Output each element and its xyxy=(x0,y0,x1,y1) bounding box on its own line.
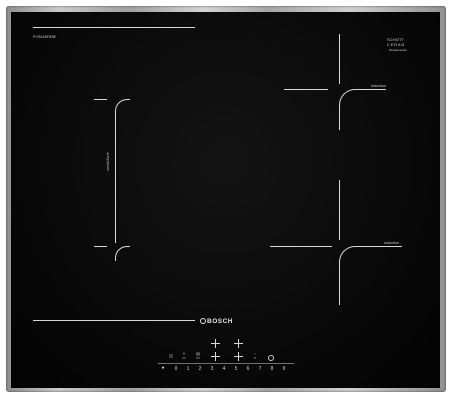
combi-zone-icon[interactable]: ▯▯ xyxy=(166,354,176,358)
bottom-right-zone-vertical xyxy=(339,180,340,240)
model-number: PVS645FB5E xyxy=(33,35,57,39)
top-right-zone-vertical xyxy=(339,34,340,84)
slider-mark-0[interactable]: 0 xyxy=(172,366,180,372)
bottom-right-zone-horizontal xyxy=(270,246,332,247)
combizone-label: combiZone xyxy=(106,152,110,171)
timer-icon[interactable] xyxy=(268,355,274,361)
plus-button-bottom-right[interactable] xyxy=(234,352,243,361)
slider-mark-3[interactable]: 3 xyxy=(208,366,216,372)
bottom-right-zone-label: induction xyxy=(384,241,400,245)
plus-button-top-right[interactable] xyxy=(234,339,243,348)
ceran-badge-line2: CERAN xyxy=(387,42,406,47)
bottom-right-zone-extension xyxy=(357,246,402,247)
glass-cooktop-surface xyxy=(11,12,440,388)
top-right-zone-extension xyxy=(357,89,386,90)
plus-button-top-left[interactable] xyxy=(211,339,220,348)
bosch-logo-mark xyxy=(200,318,206,324)
combizone-top-tick xyxy=(94,99,107,100)
bottom-right-zone-corner xyxy=(339,246,358,305)
combizone-bottom-tick xyxy=(94,246,107,247)
top-right-zone-horizontal xyxy=(284,89,328,90)
top-right-zone-label: induction xyxy=(371,84,387,88)
slider-mark-5[interactable]: 5 xyxy=(232,366,240,372)
slider-mark-1[interactable]: 1 xyxy=(184,366,192,372)
slider-mark-4[interactable]: 4 xyxy=(220,366,228,372)
slider-track[interactable] xyxy=(158,363,294,364)
bosch-logo: BOSCH xyxy=(207,318,233,325)
power-boost-icon[interactable]: ≡ ▭ xyxy=(179,352,189,360)
plus-button-bottom-left[interactable] xyxy=(211,352,220,361)
slider-mark-7[interactable]: 7 xyxy=(256,366,264,372)
heat-level-icon[interactable]: ▤ ▭ xyxy=(193,352,203,360)
top-right-zone-corner xyxy=(339,89,358,130)
slider-mark-8[interactable]: 8 xyxy=(268,366,276,372)
slider-off-icon[interactable]: ● xyxy=(160,366,166,371)
keep-warm-icon[interactable]: ▫ ⌂ xyxy=(251,352,259,360)
combizone-spine xyxy=(115,111,116,243)
bottom-decor-line xyxy=(33,320,195,321)
slider-mark-6[interactable]: 6 xyxy=(244,366,252,372)
ceran-badge-line3: Glaskeramik xyxy=(389,48,407,52)
top-decor-line xyxy=(33,27,195,28)
slider-mark-9[interactable]: 9 xyxy=(280,366,288,372)
slider-mark-2[interactable]: 2 xyxy=(196,366,204,372)
